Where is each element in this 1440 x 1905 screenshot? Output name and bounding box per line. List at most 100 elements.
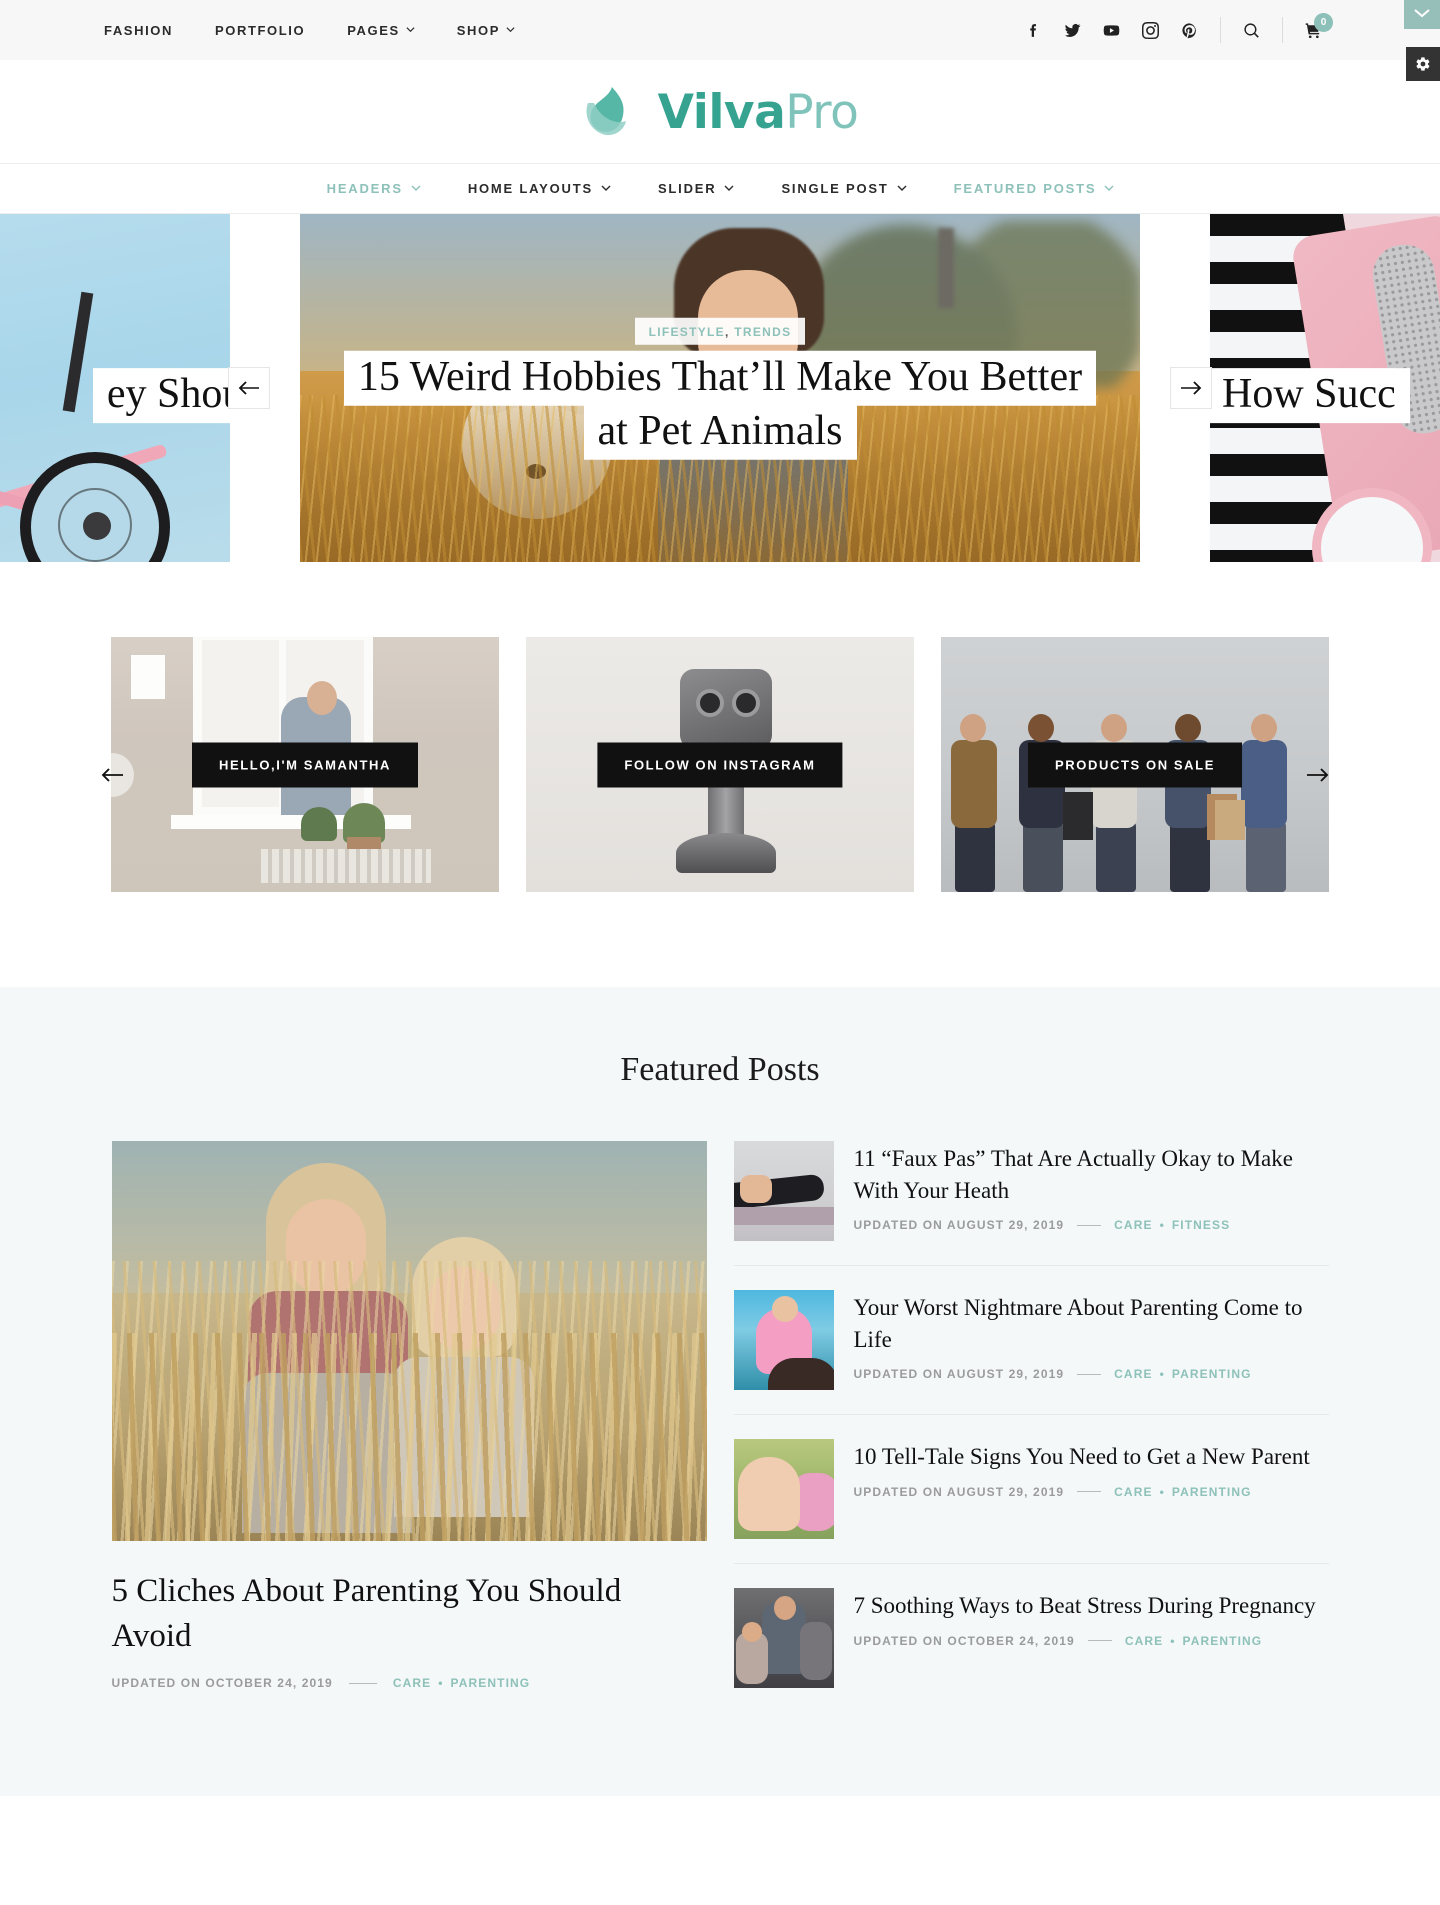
slider-next-button[interactable] — [1170, 367, 1212, 409]
chevron-down-icon — [1414, 9, 1430, 18]
chevron-down-icon — [506, 25, 515, 34]
post-category[interactable]: CARE — [1114, 1367, 1152, 1381]
slide-title[interactable]: 15 Weird Hobbies That’ll Make You Better… — [300, 350, 1140, 460]
slide-content: LIFESTYLE, TRENDS 15 Weird Hobbies That’… — [300, 317, 1140, 460]
cart-count-badge: 0 — [1314, 12, 1333, 32]
slide-title-text: ey Should — [92, 368, 230, 424]
post-updated-date: UPDATED ON AUGUST 29, 2019 — [853, 1218, 1065, 1233]
featured-post-list: 11 “Faux Pas” That Are Actually Okay to … — [733, 1141, 1329, 1736]
mainnav-item-home-layouts[interactable]: HOME LAYOUTS — [444, 181, 634, 196]
topnav-item-shop[interactable]: SHOP — [457, 23, 515, 38]
promo-box-about[interactable]: HELLO,I'M SAMANTHA — [111, 637, 499, 892]
chevron-down-icon — [411, 183, 421, 192]
mainnav-item-slider[interactable]: SLIDER — [634, 181, 757, 196]
featured-main-image[interactable] — [111, 1141, 707, 1541]
post-thumbnail[interactable] — [733, 1141, 834, 1241]
slide-content: How Succ — [1210, 368, 1428, 424]
post-text: 11 “Faux Pas” That Are Actually Okay to … — [854, 1141, 1329, 1232]
promo-label: HELLO,I'M SAMANTHA — [192, 742, 418, 787]
top-bar: FASHION PORTFOLIO PAGES SHOP 0 — [0, 0, 1440, 60]
arrow-left-icon — [101, 767, 123, 782]
facebook-icon[interactable] — [1025, 22, 1042, 39]
post-category[interactable]: CARE — [1114, 1485, 1152, 1499]
social-links — [1025, 21, 1198, 39]
mainnav-label: FEATURED POSTS — [953, 181, 1097, 196]
featured-posts-section: Featured Posts 5 Cliches About Parenting… — [0, 987, 1440, 1796]
post-category[interactable]: PARENTING — [1172, 1367, 1252, 1381]
scroll-toggle-button[interactable] — [1404, 0, 1440, 29]
post-category[interactable]: PARENTING — [1183, 1634, 1263, 1648]
topnav-item-pages[interactable]: PAGES — [347, 23, 415, 38]
post-title[interactable]: Your Worst Nightmare About Parenting Com… — [854, 1292, 1329, 1355]
site-logo[interactable]: VilvaPro — [582, 83, 859, 141]
meta-dot: • — [1159, 1367, 1165, 1382]
chevron-down-icon — [724, 183, 734, 192]
cart-button[interactable]: 0 — [1305, 12, 1333, 39]
post-category[interactable]: CARE — [1125, 1634, 1163, 1648]
mainnav-label: SINGLE POST — [781, 181, 889, 196]
post-meta: UPDATED ON AUGUST 29, 2019 CARE • PARENT… — [854, 1485, 1329, 1499]
slide-category[interactable]: TRENDS — [734, 325, 791, 339]
topnav-label: SHOP — [456, 22, 501, 38]
promo-row: HELLO,I'M SAMANTHA FOLLOW ON INSTAGRAM P… — [0, 637, 1440, 892]
featured-main-post: 5 Cliches About Parenting You Should Avo… — [111, 1141, 707, 1736]
meta-divider — [1087, 1640, 1112, 1642]
topnav-item-fashion[interactable]: FASHION — [104, 23, 173, 38]
slide-categories: LIFESTYLE, TRENDS — [634, 317, 806, 345]
slide-title-line1: 15 Weird Hobbies That’ll Make You Better — [343, 350, 1097, 406]
chevron-down-icon — [1104, 183, 1114, 192]
mainnav-item-single-post[interactable]: SINGLE POST — [757, 181, 929, 196]
post-thumbnail[interactable] — [733, 1439, 834, 1539]
instagram-icon[interactable] — [1142, 21, 1159, 39]
search-icon[interactable] — [1243, 22, 1260, 39]
topnav-item-portfolio[interactable]: PORTFOLIO — [215, 23, 305, 38]
promo-label: FOLLOW ON INSTAGRAM — [597, 742, 843, 787]
topnav-label: FASHION — [104, 22, 173, 38]
youtube-icon[interactable] — [1103, 22, 1120, 39]
featured-list-item[interactable]: Your Worst Nightmare About Parenting Com… — [733, 1290, 1329, 1415]
post-meta: UPDATED ON OCTOBER 24, 2019 CARE • PAREN… — [854, 1634, 1329, 1648]
slide-current[interactable]: LIFESTYLE, TRENDS 15 Weird Hobbies That’… — [300, 214, 1140, 562]
mainnav-item-headers[interactable]: HEADERS — [303, 181, 444, 196]
twitter-icon[interactable] — [1064, 22, 1081, 39]
post-text: 10 Tell-Tale Signs You Need to Get a New… — [854, 1439, 1329, 1499]
post-thumbnail[interactable] — [733, 1290, 834, 1390]
logo-name-light: Pro — [785, 84, 859, 140]
promo-label: PRODUCTS ON SALE — [1028, 742, 1242, 787]
slider-prev-button[interactable] — [228, 367, 270, 409]
featured-main-title[interactable]: 5 Cliches About Parenting You Should Avo… — [112, 1569, 707, 1658]
chevron-down-icon — [897, 183, 907, 192]
topnav-label: PORTFOLIO — [214, 22, 306, 38]
promo-box-sale[interactable]: PRODUCTS ON SALE — [941, 637, 1329, 892]
post-category[interactable]: PARENTING — [1172, 1485, 1252, 1499]
post-category[interactable]: FITNESS — [1172, 1218, 1230, 1232]
post-category[interactable]: CARE — [393, 1676, 431, 1690]
slide-next[interactable]: How Succ — [1210, 214, 1440, 562]
chevron-down-icon — [406, 25, 415, 34]
category-separator: , — [724, 324, 730, 339]
promo-box-instagram[interactable]: FOLLOW ON INSTAGRAM — [526, 637, 914, 892]
post-title[interactable]: 7 Soothing Ways to Beat Stress During Pr… — [854, 1590, 1329, 1622]
promo-next-button[interactable] — [1296, 753, 1340, 797]
hero-slider: ey Should — [0, 214, 1440, 562]
slide-category[interactable]: LIFESTYLE — [649, 325, 725, 339]
featured-list-item[interactable]: 7 Soothing Ways to Beat Stress During Pr… — [733, 1588, 1329, 1712]
post-category[interactable]: CARE — [1114, 1218, 1152, 1232]
featured-list-item[interactable]: 10 Tell-Tale Signs You Need to Get a New… — [733, 1439, 1329, 1564]
slide-title: How Succ — [1210, 368, 1428, 424]
main-navigation: HEADERS HOME LAYOUTS SLIDER SINGLE POST … — [0, 163, 1440, 214]
post-thumbnail[interactable] — [733, 1588, 834, 1688]
slide-previous[interactable]: ey Should — [0, 214, 230, 562]
post-updated-date: UPDATED ON OCTOBER 24, 2019 — [111, 1676, 333, 1691]
post-title[interactable]: 10 Tell-Tale Signs You Need to Get a New… — [854, 1441, 1329, 1473]
divider — [1282, 17, 1283, 43]
promo-prev-button[interactable] — [90, 752, 134, 797]
post-category[interactable]: PARENTING — [451, 1676, 531, 1690]
mainnav-label: HOME LAYOUTS — [467, 181, 593, 196]
featured-list-item[interactable]: 11 “Faux Pas” That Are Actually Okay to … — [733, 1141, 1329, 1266]
post-title[interactable]: 11 “Faux Pas” That Are Actually Okay to … — [854, 1143, 1329, 1206]
mainnav-item-featured-posts[interactable]: FEATURED POSTS — [930, 181, 1138, 196]
settings-button[interactable] — [1406, 47, 1440, 81]
pinterest-icon[interactable] — [1181, 22, 1198, 39]
post-text: Your Worst Nightmare About Parenting Com… — [854, 1290, 1329, 1381]
